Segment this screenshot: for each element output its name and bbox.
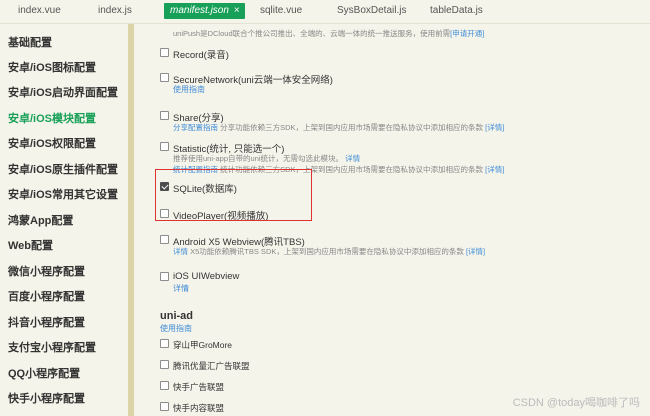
ad-checkbox-tencent[interactable]	[160, 360, 169, 369]
unipush-notice: uniPush是DCloud联合个推公司推出、全端的、云端一体的统一推送服务，使…	[173, 28, 484, 39]
record-checkbox[interactable]	[160, 48, 169, 57]
tab-index-vue[interactable]: index.vue	[18, 5, 61, 16]
tab-tabledata-js[interactable]: tableData.js	[430, 5, 483, 16]
sidebar-item-harmony[interactable]: 鸿蒙App配置	[8, 212, 73, 228]
securenetwork-checkbox[interactable]	[160, 73, 169, 82]
sidebar-item-basic[interactable]: 基础配置	[8, 34, 52, 50]
close-icon[interactable]: ×	[234, 5, 240, 16]
csdn-watermark: CSDN @today喝咖啡了吗	[512, 397, 640, 409]
securenetwork-guide-link[interactable]: 使用指南	[173, 84, 205, 95]
tab-sysboxdetail-js[interactable]: SysBoxDetail.js	[337, 5, 406, 16]
x5-webview-info: 详情 X5功能依赖腾讯TBS SDK，上架到国内应用市场需要在隐私协议中添加相应…	[173, 246, 485, 257]
sidebar-item-weixin[interactable]: 微信小程序配置	[8, 263, 85, 279]
record-label: Record(录音)	[173, 50, 229, 61]
sidebar-item-qq[interactable]: QQ小程序配置	[8, 365, 80, 381]
share-guide-link[interactable]: 分享配置指南	[173, 123, 218, 132]
sidebar-item-permissions[interactable]: 安卓/iOS权限配置	[8, 135, 96, 151]
x5-webview-checkbox[interactable]	[160, 235, 169, 244]
sidebar-item-other-settings[interactable]: 安卓/iOS常用其它设置	[8, 186, 118, 202]
ad-checkbox-kuaishou-content[interactable]	[160, 402, 169, 411]
sidebar-item-splash[interactable]: 安卓/iOS启动界面配置	[8, 84, 118, 100]
tab-index-js[interactable]: index.js	[98, 5, 132, 16]
uiwebview-label: iOS UIWebview	[173, 271, 240, 282]
sidebar-item-alipay[interactable]: 支付宝小程序配置	[8, 339, 96, 355]
sidebar-item-baidu[interactable]: 百度小程序配置	[8, 288, 85, 304]
x5-detail-link-2[interactable]: [详情]	[466, 247, 485, 256]
sidebar-item-web[interactable]: Web配置	[8, 237, 53, 253]
sidebar-item-native-plugins[interactable]: 安卓/iOS原生插件配置	[8, 161, 118, 177]
sidebar-item-modules[interactable]: 安卓/iOS模块配置	[8, 110, 96, 126]
ad-checkbox-gromore[interactable]	[160, 339, 169, 348]
ad-label-kuaishou: 快手广告联盟	[173, 382, 225, 392]
statistic-checkbox[interactable]	[160, 142, 169, 151]
ad-label-tencent: 腾讯优量汇广告联盟	[173, 361, 250, 371]
editor-tab-bar: index.vue index.js manifest.json × sqlite…	[0, 0, 650, 24]
share-info: 分享配置指南 分享功能依赖三方SDK，上架到国内应用市场需要在隐私协议中添加相应…	[173, 122, 504, 133]
sidebar-item-kuaishou[interactable]: 快手小程序配置	[8, 390, 85, 406]
statistic-info-1: 推荐使用uni-app自带的uni统计，无需勾选此模块。 详情	[173, 153, 360, 164]
uniad-section-title: uni-ad	[160, 310, 193, 322]
statistic-desc-1: 推荐使用uni-app自带的uni统计，无需勾选此模块。	[173, 154, 344, 163]
apply-link[interactable]: [申请开通]	[450, 29, 484, 38]
tab-manifest-json[interactable]: manifest.json ×	[164, 3, 245, 19]
ad-label-kuaishou-content: 快手内容联盟	[173, 403, 225, 413]
uiwebview-checkbox[interactable]	[160, 272, 169, 281]
ad-checkbox-kuaishou[interactable]	[160, 381, 169, 390]
settings-sidebar: 基础配置 安卓/iOS图标配置 安卓/iOS启动界面配置 安卓/iOS模块配置 …	[0, 24, 128, 416]
tab-manifest-label: manifest.json	[170, 5, 229, 16]
share-checkbox[interactable]	[160, 111, 169, 120]
x5-desc: X5功能依赖腾讯TBS SDK，上架到国内应用市场需要在隐私协议中添加相应的条款	[190, 247, 464, 256]
ad-label-gromore: 穿山甲GroMore	[173, 340, 233, 350]
statistic-detail-link-1[interactable]: 详情	[345, 154, 360, 163]
uiwebview-detail-link[interactable]: 详情	[173, 283, 189, 294]
x5-detail-link[interactable]: 详情	[173, 247, 188, 256]
sidebar-item-douyin[interactable]: 抖音小程序配置	[8, 314, 85, 330]
statistic-detail-link-2[interactable]: [详情]	[485, 165, 504, 174]
share-detail-link[interactable]: [详情]	[485, 123, 504, 132]
tab-sqlite-vue[interactable]: sqlite.vue	[260, 5, 302, 16]
uniad-guide-link[interactable]: 使用指南	[160, 323, 192, 334]
notice-text: uniPush是DCloud联合个推公司推出、全端的、云端一体的统一推送服务，使…	[173, 29, 451, 38]
share-desc: 分享功能依赖三方SDK，上架到国内应用市场需要在隐私协议中添加相应的条款	[220, 123, 484, 132]
sqlite-videoplayer-highlight	[155, 169, 312, 221]
sidebar-item-app-icon[interactable]: 安卓/iOS图标配置	[8, 59, 96, 75]
